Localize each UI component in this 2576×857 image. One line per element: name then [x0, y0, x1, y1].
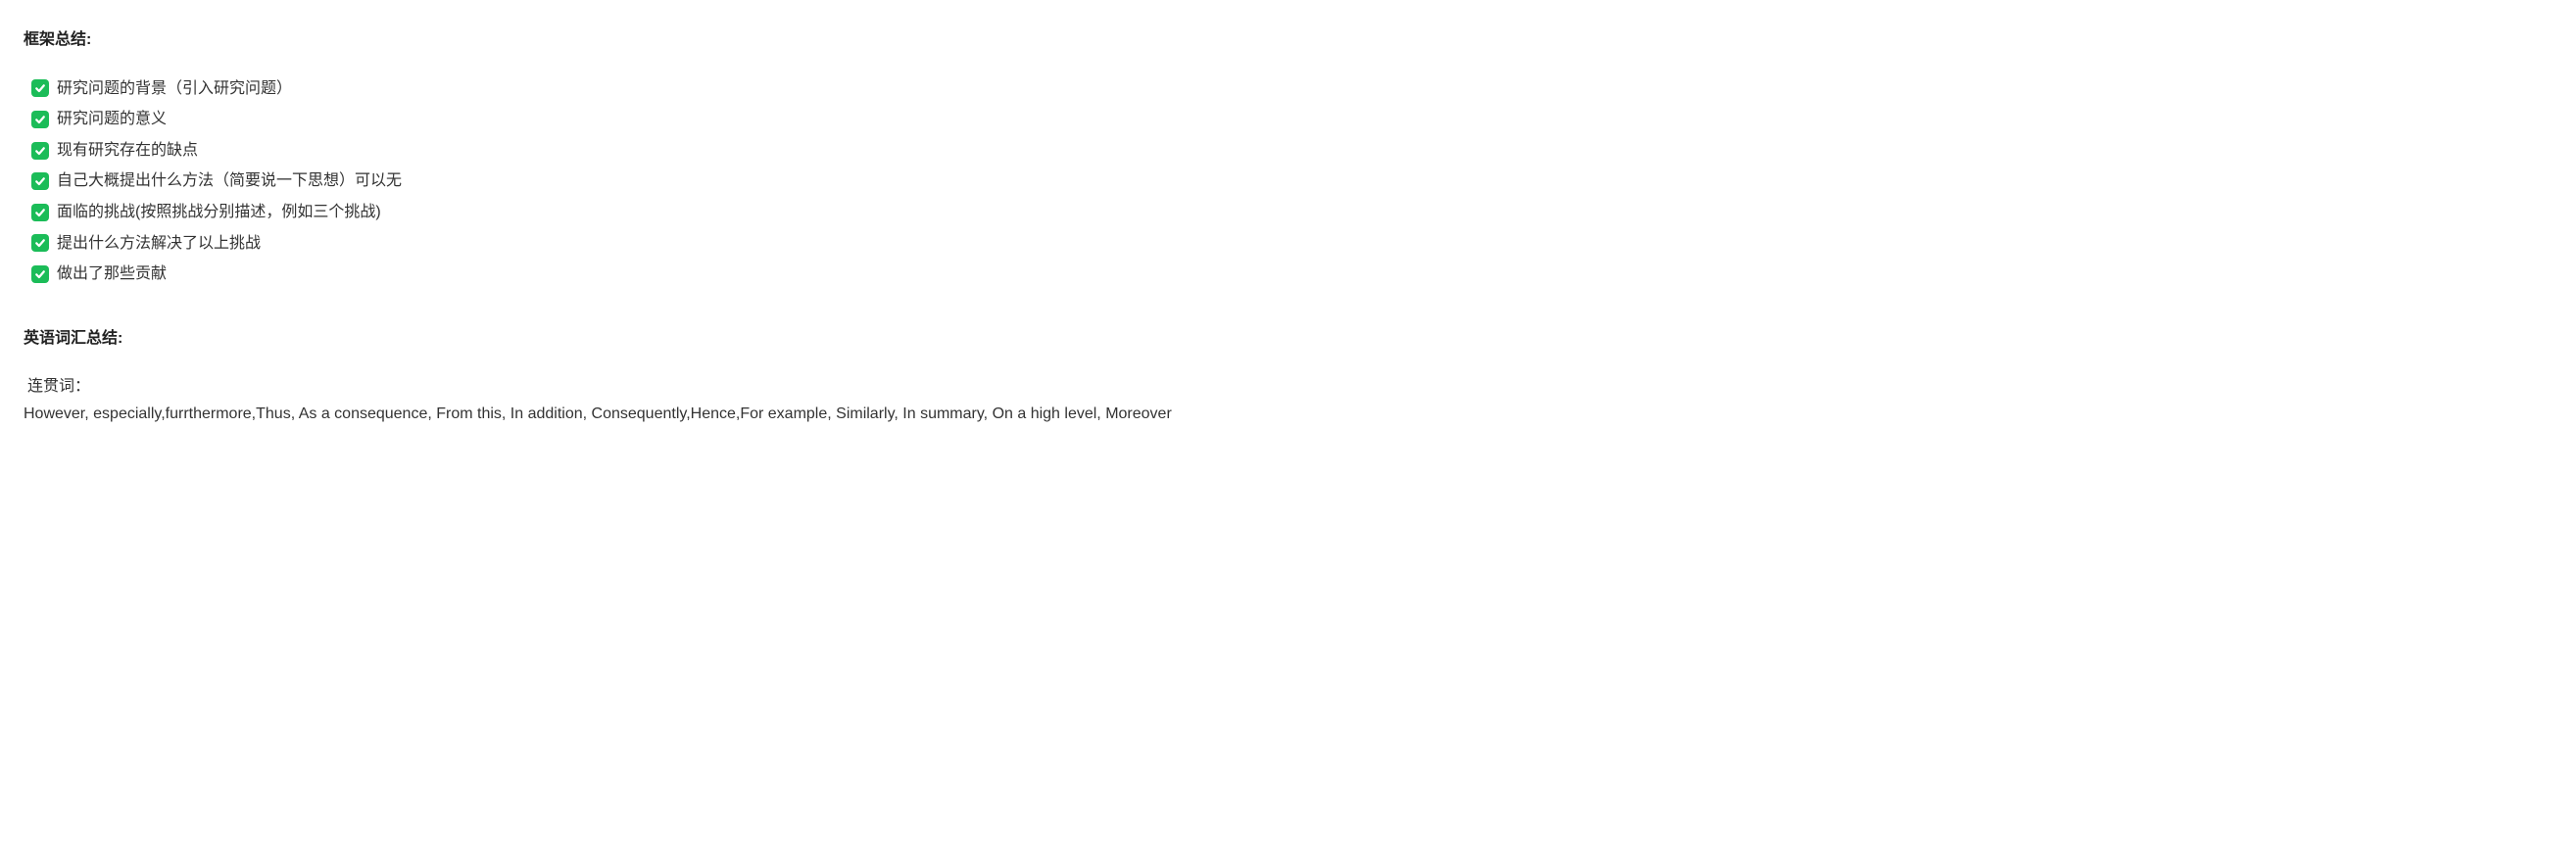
list-item: 研究问题的背景（引入研究问题） [31, 76, 2552, 102]
list-item-label: 研究问题的意义 [57, 107, 167, 132]
list-item: 提出什么方法解决了以上挑战 [31, 231, 2552, 257]
vocabulary-summary-section: 英语词汇总结: 连贯词： However, especially,furrthe… [24, 326, 2552, 427]
list-item-label: 研究问题的背景（引入研究问题） [57, 76, 292, 102]
framework-checklist: 研究问题的背景（引入研究问题） 研究问题的意义 现有研究存在的缺点 自己大概提出… [31, 76, 2552, 287]
list-item-label: 现有研究存在的缺点 [57, 138, 198, 164]
list-item-label: 面临的挑战(按照挑战分别描述，例如三个挑战) [57, 200, 381, 225]
list-item-label: 提出什么方法解决了以上挑战 [57, 231, 261, 257]
check-icon [31, 265, 49, 283]
list-item: 研究问题的意义 [31, 107, 2552, 132]
vocabulary-summary-heading: 英语词汇总结: [24, 326, 2552, 352]
framework-summary-heading: 框架总结: [24, 27, 2552, 53]
connective-words-body: However, especially,furrthermore,Thus, A… [24, 402, 2552, 427]
framework-summary-section: 框架总结: 研究问题的背景（引入研究问题） 研究问题的意义 现有研究存在的缺点 … [24, 27, 2552, 287]
list-item: 做出了那些贡献 [31, 262, 2552, 287]
check-icon [31, 204, 49, 221]
check-icon [31, 111, 49, 128]
list-item-label: 自己大概提出什么方法（简要说一下思想）可以无 [57, 168, 402, 194]
check-icon [31, 142, 49, 160]
check-icon [31, 79, 49, 97]
list-item-label: 做出了那些贡献 [57, 262, 167, 287]
list-item: 自己大概提出什么方法（简要说一下思想）可以无 [31, 168, 2552, 194]
list-item: 面临的挑战(按照挑战分别描述，例如三个挑战) [31, 200, 2552, 225]
connective-words-subheading: 连贯词： [27, 374, 2552, 400]
list-item: 现有研究存在的缺点 [31, 138, 2552, 164]
check-icon [31, 172, 49, 190]
check-icon [31, 234, 49, 252]
